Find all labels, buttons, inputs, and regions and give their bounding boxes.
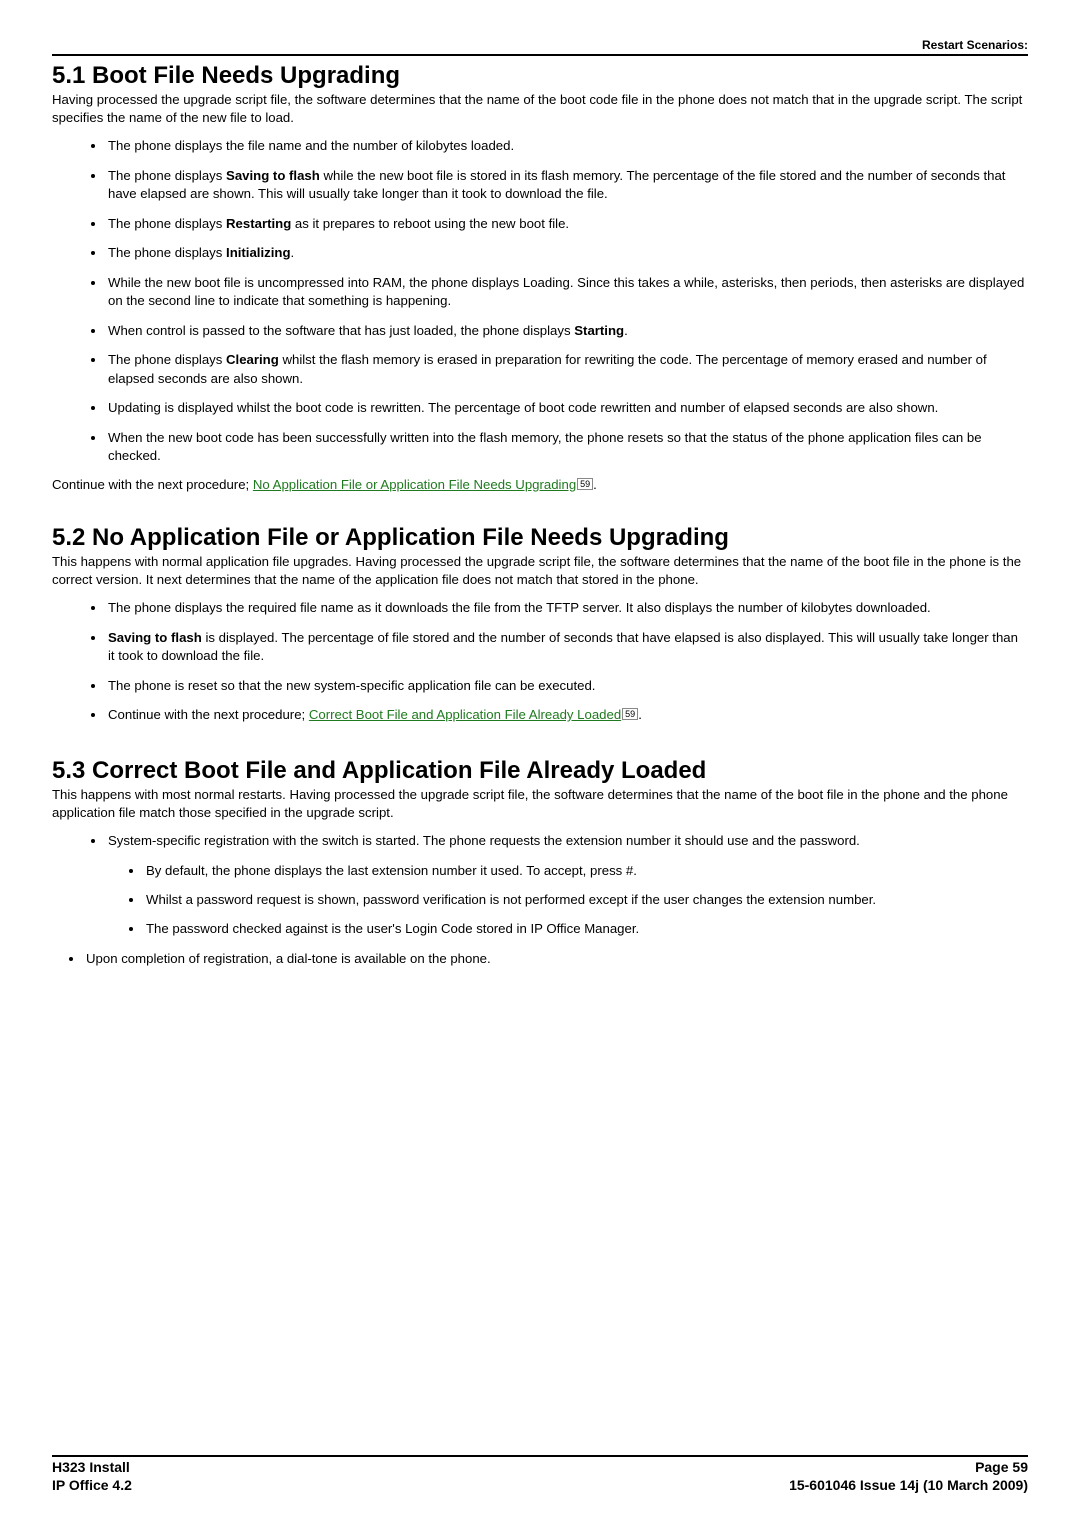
continue-post: . — [593, 477, 597, 492]
footer-left-1: H323 Install — [52, 1458, 130, 1476]
list-item: The phone displays the file name and the… — [106, 137, 1028, 155]
list-item: Saving to flash is displayed. The percen… — [106, 629, 1028, 666]
section-3-list-end: Upon completion of registration, a dial-… — [52, 950, 1028, 968]
bold-text: Restarting — [226, 216, 291, 231]
xref-link-5-2[interactable]: No Application File or Application File … — [253, 477, 576, 492]
list-item: By default, the phone displays the last … — [144, 862, 1028, 880]
list-text: The phone displays — [108, 168, 226, 183]
section-1-intro: Having processed the upgrade script file… — [52, 91, 1028, 127]
list-item: Continue with the next procedure; Correc… — [106, 706, 1028, 724]
list-item: When control is passed to the software t… — [106, 322, 1028, 340]
list-item: The phone displays Restarting as it prep… — [106, 215, 1028, 233]
bold-text: Initializing — [226, 245, 290, 260]
list-text: By default, the phone displays the last … — [146, 863, 637, 878]
section-title-5-2: 5.2 No Application File or Application F… — [52, 524, 1028, 552]
list-item: The phone is reset so that the new syste… — [106, 677, 1028, 695]
list-item: While the new boot file is uncompressed … — [106, 274, 1028, 311]
list-text: The phone displays the required file nam… — [108, 600, 931, 615]
list-item: The password checked against is the user… — [144, 920, 1028, 938]
list-text: Whilst a password request is shown, pass… — [146, 892, 876, 907]
bold-text: Saving to flash — [226, 168, 320, 183]
list-text: When control is passed to the software t… — [108, 323, 574, 338]
section-1-list: The phone displays the file name and the… — [52, 137, 1028, 465]
header-rule — [52, 54, 1028, 56]
list-item: Whilst a password request is shown, pass… — [144, 891, 1028, 909]
list-item: The phone displays the required file nam… — [106, 599, 1028, 617]
footer-right-2: 15-601046 Issue 14j (10 March 2009) — [789, 1476, 1028, 1494]
section-3-list: System-specific registration with the sw… — [52, 832, 1028, 939]
list-text: The phone displays — [108, 245, 226, 260]
list-text: Updating is displayed whilst the boot co… — [108, 400, 938, 415]
footer-rule — [52, 1455, 1028, 1457]
continue-paragraph-1: Continue with the next procedure; No App… — [52, 477, 1028, 492]
page-header: Restart Scenarios: — [52, 38, 1028, 56]
list-text: The phone displays the file name and the… — [108, 138, 514, 153]
section-2-intro: This happens with normal application fil… — [52, 553, 1028, 589]
list-text: The phone is reset so that the new syste… — [108, 678, 595, 693]
list-item: Updating is displayed whilst the boot co… — [106, 399, 1028, 417]
section-2-list: The phone displays the required file nam… — [52, 599, 1028, 724]
section-title-5-1: 5.1 Boot File Needs Upgrading — [52, 62, 1028, 90]
list-text: While the new boot file is uncompressed … — [108, 275, 1024, 308]
bold-text: Clearing — [226, 352, 279, 367]
bold-text: Saving to flash — [108, 630, 202, 645]
continue-pre: Continue with the next procedure; — [52, 477, 253, 492]
list-item: The phone displays Clearing whilst the f… — [106, 351, 1028, 388]
list-text: . — [624, 323, 628, 338]
list-text: The phone displays — [108, 216, 226, 231]
list-text: The password checked against is the user… — [146, 921, 639, 936]
list-text: Continue with the next procedure; — [108, 707, 309, 722]
footer-left-2: IP Office 4.2 — [52, 1476, 132, 1494]
breadcrumb: Restart Scenarios: — [52, 38, 1028, 54]
section-3-intro: This happens with most normal restarts. … — [52, 786, 1028, 822]
section-3-sublist: By default, the phone displays the last … — [108, 862, 1028, 939]
list-item: System-specific registration with the sw… — [106, 832, 1028, 939]
list-text: as it prepares to reboot using the new b… — [291, 216, 569, 231]
pageref-box: 59 — [577, 478, 593, 490]
footer-right-1: Page 59 — [975, 1458, 1028, 1476]
list-item: Upon completion of registration, a dial-… — [84, 950, 1028, 968]
list-text: . — [638, 707, 642, 722]
list-item: When the new boot code has been successf… — [106, 429, 1028, 466]
xref-link-5-3[interactable]: Correct Boot File and Application File A… — [309, 707, 621, 722]
list-text: . — [291, 245, 295, 260]
list-item: The phone displays Saving to flash while… — [106, 167, 1028, 204]
list-text: System-specific registration with the sw… — [108, 833, 860, 848]
page-footer: H323 Install Page 59 IP Office 4.2 15-60… — [52, 1455, 1028, 1494]
section-title-5-3: 5.3 Correct Boot File and Application Fi… — [52, 757, 1028, 785]
list-text: When the new boot code has been successf… — [108, 430, 982, 463]
list-text: is displayed. The percentage of file sto… — [108, 630, 1018, 663]
list-text: Upon completion of registration, a dial-… — [86, 951, 491, 966]
pageref-box: 59 — [622, 708, 638, 720]
bold-text: Starting — [574, 323, 624, 338]
list-text: The phone displays — [108, 352, 226, 367]
list-item: The phone displays Initializing. — [106, 244, 1028, 262]
